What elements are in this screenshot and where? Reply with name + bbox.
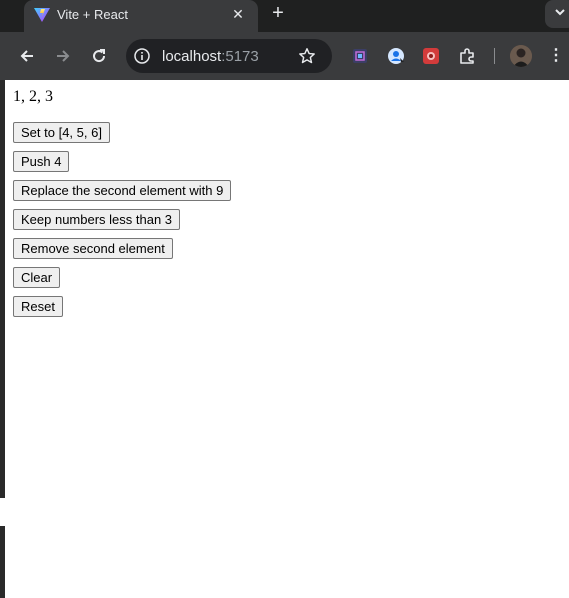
toolbar-divider <box>494 48 495 64</box>
extension-red-icon[interactable] <box>421 46 441 66</box>
extension-user-icon[interactable] <box>386 46 406 66</box>
vite-icon <box>34 8 50 22</box>
clear-button[interactable]: Clear <box>13 267 61 288</box>
kebab-menu-icon[interactable]: ⋮ <box>548 46 564 66</box>
tab-strip: Vite + React ✕ + <box>0 0 569 32</box>
browser-toolbar: localhost:5173 ⋮ <box>0 32 569 80</box>
window-edge-notch <box>0 498 5 526</box>
page-viewport <box>0 80 569 598</box>
push-button[interactable]: Push 4 <box>13 151 70 172</box>
remove-second-button[interactable]: Remove second element <box>13 238 173 259</box>
chevron-down-icon[interactable] <box>545 0 569 28</box>
browser-tab[interactable]: Vite + React ✕ <box>24 0 258 32</box>
url-text: localhost:5173 <box>162 48 259 65</box>
replace-second-button[interactable]: Replace the second element with 9 <box>13 180 232 201</box>
tab-title: Vite + React <box>57 7 128 22</box>
forward-arrow-icon[interactable] <box>51 44 75 68</box>
avatar[interactable] <box>510 45 532 67</box>
set-array-button[interactable]: Set to [4, 5, 6] <box>13 122 110 143</box>
reset-button[interactable]: Reset <box>13 296 63 317</box>
url-port: :5173 <box>221 48 259 65</box>
extensions-icon[interactable] <box>457 46 477 66</box>
info-icon[interactable] <box>134 48 150 64</box>
array-display: 1, 2, 3 <box>13 88 53 105</box>
star-icon[interactable] <box>298 47 316 65</box>
close-icon[interactable]: ✕ <box>230 6 246 22</box>
address-bar[interactable]: localhost:5173 <box>126 39 332 73</box>
extension-puzzle-icon[interactable] <box>350 46 370 66</box>
filter-less-than-button[interactable]: Keep numbers less than 3 <box>13 209 181 230</box>
reload-icon[interactable] <box>87 44 111 68</box>
plus-icon[interactable]: + <box>268 3 288 24</box>
url-host: localhost <box>162 48 222 65</box>
back-arrow-icon[interactable] <box>15 44 39 68</box>
